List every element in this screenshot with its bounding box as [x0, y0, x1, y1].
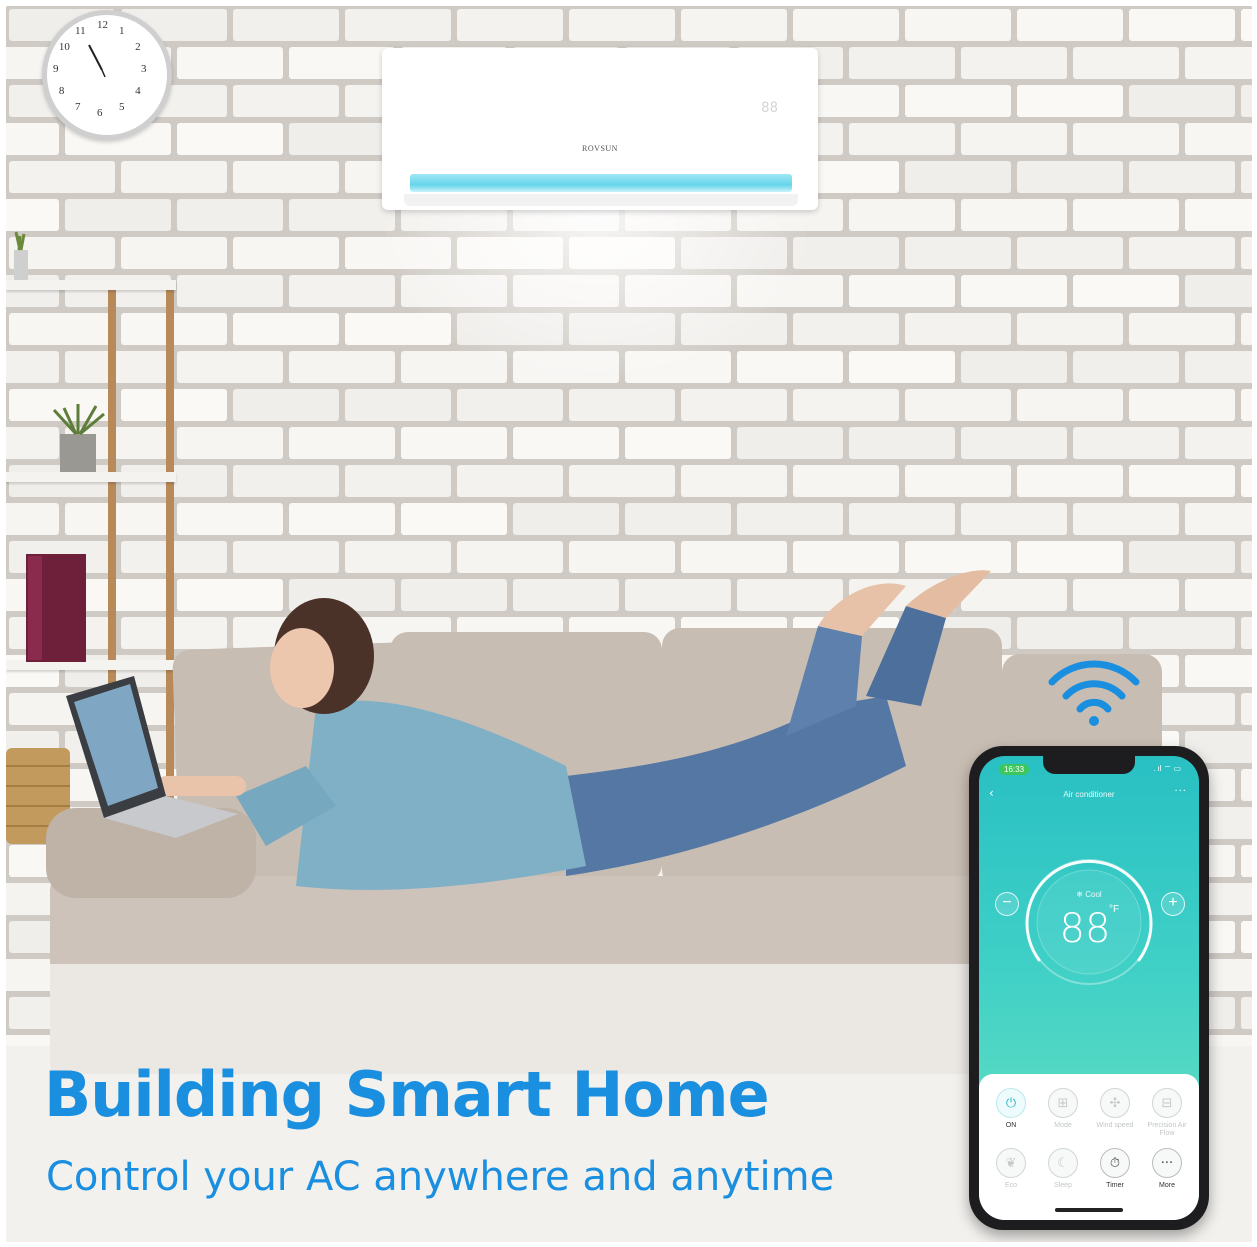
control-label: Wind speed — [1096, 1122, 1134, 1129]
control-sleep-button[interactable]: ☾ Sleep — [1037, 1148, 1089, 1190]
more-options-icon[interactable]: ··· — [1174, 786, 1187, 797]
control-label: More — [1159, 1182, 1175, 1189]
power-icon: ⏻ — [996, 1088, 1026, 1118]
control-on-button[interactable]: ⏻ ON — [985, 1088, 1037, 1130]
ac-app-screen: 16:33 . ıl ⌔ ▭ ‹ Air conditioner ··· − +… — [979, 756, 1199, 1220]
app-title: Air conditioner — [1063, 790, 1115, 799]
airflow-icon: ⊟ — [1152, 1088, 1182, 1118]
control-wind-speed-button[interactable]: ✣ Wind speed — [1089, 1088, 1141, 1130]
phone-notch — [1043, 756, 1135, 774]
fan-icon: ✣ — [1100, 1088, 1130, 1118]
control-panel: ⏻ ON ⊞ Mode ✣ Wind speed ⊟ Precision Air Flow ❦ E… — [979, 1074, 1199, 1220]
control-precision-air-flow-button[interactable]: ⊟ Precision Air Flow — [1141, 1088, 1193, 1138]
control-eco-button[interactable]: ❦ Eco — [985, 1148, 1037, 1190]
timer-icon: ⏱ — [1100, 1148, 1130, 1178]
control-label: Precision Air Flow — [1147, 1122, 1187, 1137]
control-label: ON — [1005, 1122, 1017, 1129]
wifi-icon — [1048, 660, 1140, 726]
more-icon: ··· — [1152, 1148, 1182, 1178]
control-timer-button[interactable]: ⏱ Timer — [1089, 1148, 1141, 1190]
headline: Building Smart Home — [44, 1058, 770, 1131]
control-label: Timer — [1106, 1182, 1124, 1189]
control-mode-button[interactable]: ⊞ Mode — [1037, 1088, 1089, 1130]
control-label: Mode — [1054, 1122, 1072, 1129]
temperature-value: 88 — [1059, 906, 1111, 952]
control-more-button[interactable]: ··· More — [1141, 1148, 1193, 1190]
control-label: Eco — [1004, 1182, 1018, 1189]
product-banner: 12 1 2 3 4 5 6 7 8 9 10 11 88 ROVSUN 16:… — [0, 0, 1257, 1247]
eco-icon: ❦ — [996, 1148, 1026, 1178]
home-indicator — [1055, 1208, 1123, 1212]
status-time: 16:33 — [999, 764, 1030, 775]
subheadline: Control your AC anywhere and anytime — [46, 1154, 835, 1200]
mode-icon: ⊞ — [1048, 1088, 1078, 1118]
status-icons: . ıl ⌔ ▭ — [1152, 764, 1181, 773]
sleep-icon: ☾ — [1048, 1148, 1078, 1178]
temperature-unit: °F — [1109, 904, 1120, 915]
control-label: Sleep — [1054, 1182, 1072, 1189]
mode-label: ❄ Cool — [1076, 890, 1102, 899]
smartphone: 16:33 . ıl ⌔ ▭ ‹ Air conditioner ··· − +… — [969, 746, 1209, 1230]
living-room-scene: 12 1 2 3 4 5 6 7 8 9 10 11 88 ROVSUN 16:… — [6, 6, 1252, 1242]
